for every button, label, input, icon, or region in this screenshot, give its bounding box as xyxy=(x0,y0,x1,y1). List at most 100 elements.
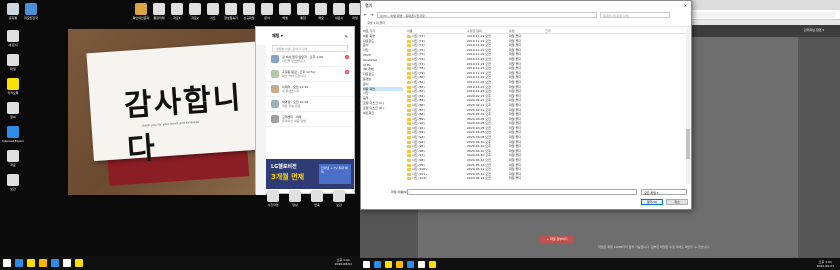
column-header[interactable]: 수정한 날짜 xyxy=(467,29,509,33)
folder-icon xyxy=(407,90,411,94)
chat-list-item[interactable]: 박과장 · 오전 10:05 파일 전송 완료 xyxy=(266,97,354,112)
desktop-icon-label: 파일 xyxy=(352,16,358,20)
kakaotalk-icon[interactable] xyxy=(429,260,436,268)
task-view-icon[interactable] xyxy=(385,260,392,268)
file-open-dialog: 열기 ✕ ← → 내 PC › 바탕 화면 › 휴대폰사진자료 › 휴대폰사진자… xyxy=(360,0,692,210)
desktop-icon[interactable]: 파일 xyxy=(344,3,360,20)
desktop-icon[interactable]: 새 문서 xyxy=(2,30,24,47)
close-icon[interactable]: ✕ xyxy=(684,3,687,8)
dialog-titlebar: 열기 ✕ xyxy=(361,1,691,10)
chat-text: 홍길동 팀장 · 오후 12:54 확인 부탁 드립니다 xyxy=(282,70,342,78)
wallpaper-image: 감사합니다 thank you for your heart and kindn… xyxy=(68,29,268,195)
edge-icon[interactable] xyxy=(418,260,425,268)
desktop-icon-label: 카카오톡 xyxy=(7,91,19,95)
file-icon xyxy=(349,3,360,15)
file-row[interactable]: 사진 (102) 2020-05-12 오전 파일 폴더 xyxy=(407,176,689,181)
chat-list-item[interactable]: 홍길동 팀장 · 오후 12:54 확인 부탁 드립니다 2 xyxy=(266,67,354,82)
folder-icon xyxy=(407,140,411,144)
new-chat-icon[interactable]: ✎ xyxy=(345,34,348,39)
kakaotalk-icon[interactable] xyxy=(75,259,83,267)
column-header[interactable]: 유형 xyxy=(509,29,545,33)
desktop-icon[interactable]: 보관 xyxy=(2,174,24,191)
chat-text: 고객센터 · 어제 문의하신 내용 답변 xyxy=(282,115,349,123)
explorer-icon[interactable] xyxy=(51,259,59,267)
folder-icon xyxy=(407,131,411,135)
unread-badge: 1 xyxy=(345,55,349,59)
task-view-icon[interactable] xyxy=(27,259,35,267)
back-arrow-icon[interactable]: ← xyxy=(364,12,367,17)
desktop-icon[interactable]: 사진작업 xyxy=(262,190,284,207)
desktop-icon[interactable]: 보관 xyxy=(328,190,350,207)
path-breadcrumb[interactable]: 내 PC › 바탕 화면 › 휴대폰사진자료 › xyxy=(376,11,597,18)
desktop-icon[interactable]: 압축 xyxy=(306,190,328,207)
forward-arrow-icon[interactable]: → xyxy=(370,12,373,17)
messenger-ad-banner[interactable]: LG헬로비전 3개월 면제 인터넷 + TV 최대 혜택 xyxy=(266,159,354,189)
folder-icon xyxy=(407,85,411,89)
dialog-search-input[interactable]: 휴대폰사진자료 검색 xyxy=(599,11,670,18)
right-desktop: 관리자 페이지 관리자 페이지 주소 관리자님 환영 ▾ + 파일 첨부하기 파… xyxy=(360,0,840,270)
explorer-icon[interactable] xyxy=(407,260,414,268)
folder-icon xyxy=(407,177,411,181)
file-date: 2020-05-12 오전 xyxy=(467,176,491,181)
desktop-icon[interactable]: Internet Explorer xyxy=(2,126,24,143)
open-button[interactable]: 열기(O) xyxy=(641,199,663,205)
chat-snippet: 확인 부탁 드립니다 xyxy=(282,74,306,78)
file-list: 이름 수정한 날짜 유형 크기 사진 (71) 2019-11-22 오전 파일 폴더 사진… xyxy=(407,29,689,184)
file-icon xyxy=(311,190,323,202)
windows-start-icon[interactable] xyxy=(3,259,11,267)
messenger-header: 채팅 ▾ ✎ xyxy=(266,27,354,45)
desktop-icon[interactable]: 영상 xyxy=(284,190,306,207)
messenger-title[interactable]: 채팅 ▾ xyxy=(272,33,283,39)
folder-icon xyxy=(407,154,411,158)
desktop-icon-label: 영상 xyxy=(292,203,298,207)
attach-file-button[interactable]: + 파일 첨부하기 xyxy=(540,236,574,243)
desktop-icon[interactable]: 알씨 xyxy=(2,102,24,119)
chat-list-item[interactable]: 김 비서 업무 담당자 · 오후 1:00 사진을 보냈습니다. 1 xyxy=(266,52,354,67)
chat-list-item[interactable]: 고객센터 · 어제 문의하신 내용 답변 xyxy=(266,112,354,127)
scrollbar-thumb[interactable] xyxy=(686,129,690,159)
chat-text: 김 비서 업무 담당자 · 오후 1:00 사진을 보냈습니다. xyxy=(282,55,342,63)
desktop-icon[interactable]: 리모트한국 xyxy=(20,3,42,20)
search-icon[interactable] xyxy=(374,260,381,268)
column-header[interactable]: 크기 xyxy=(545,29,575,33)
header-user-menu[interactable]: 관리자님 환영 ▾ xyxy=(804,28,824,32)
file-icon xyxy=(315,3,327,15)
chrome-icon[interactable] xyxy=(396,260,403,268)
windows-start-icon[interactable] xyxy=(363,260,370,268)
ad-detail: 인터넷 + TV 최대 혜택 xyxy=(319,164,351,184)
chat-snippet: 네 알겠습니다 xyxy=(282,89,300,93)
chrome-icon[interactable] xyxy=(39,259,47,267)
messenger-search-input[interactable]: 채팅방 이름, 참여자 검색 xyxy=(272,45,348,52)
filename-input[interactable] xyxy=(407,189,637,195)
search-icon[interactable] xyxy=(15,259,23,267)
folder-icon xyxy=(407,71,411,75)
file-list-scrollbar[interactable] xyxy=(686,29,690,184)
chat-snippet: 파일 전송 완료 xyxy=(282,104,301,108)
folder-icon xyxy=(407,39,411,43)
left-clock[interactable]: 오후 1:01 2020-06-01 xyxy=(335,258,352,266)
desktop-icon[interactable]: 카카오톡 xyxy=(2,78,24,95)
desktop-icon[interactable]: 파일 xyxy=(2,54,24,71)
cancel-button[interactable]: 취소 xyxy=(666,199,688,205)
messenger-sidebar[interactable] xyxy=(256,45,266,195)
desktop-icon[interactable]: 자료 xyxy=(2,150,24,167)
desktop-icon-label: 자료 xyxy=(10,163,16,167)
column-header[interactable]: 이름 xyxy=(407,29,467,33)
file-icon xyxy=(7,78,19,90)
right-clock[interactable]: 오후 1:01 2020-06-01 xyxy=(817,260,834,268)
tree-item[interactable]: 네트워크 xyxy=(363,111,403,116)
file-icon xyxy=(243,3,255,15)
right-taskbar: 오후 1:01 2020-06-01 xyxy=(360,258,840,270)
folder-icon xyxy=(407,149,411,153)
edge-icon[interactable] xyxy=(63,259,71,267)
folder-icon xyxy=(407,159,411,163)
file-icon xyxy=(7,30,19,42)
dialog-toolbar[interactable]: 구성 ▾ 새 폴더 xyxy=(361,19,691,27)
messenger-window[interactable]: 채팅 ▾ ✎ 채팅방 이름, 참여자 검색 김 비서 업무 담당자 · 오후 1… xyxy=(255,26,355,195)
chat-list-item[interactable]: 이대리 · 오전 11:20 네 알겠습니다 xyxy=(266,82,354,97)
file-icon xyxy=(261,3,273,15)
avatar xyxy=(271,70,279,78)
filetype-select[interactable]: 모든 파일 ▾ xyxy=(641,189,687,195)
file-size xyxy=(545,176,575,181)
desktop-icon-label: 보관 xyxy=(10,187,16,191)
